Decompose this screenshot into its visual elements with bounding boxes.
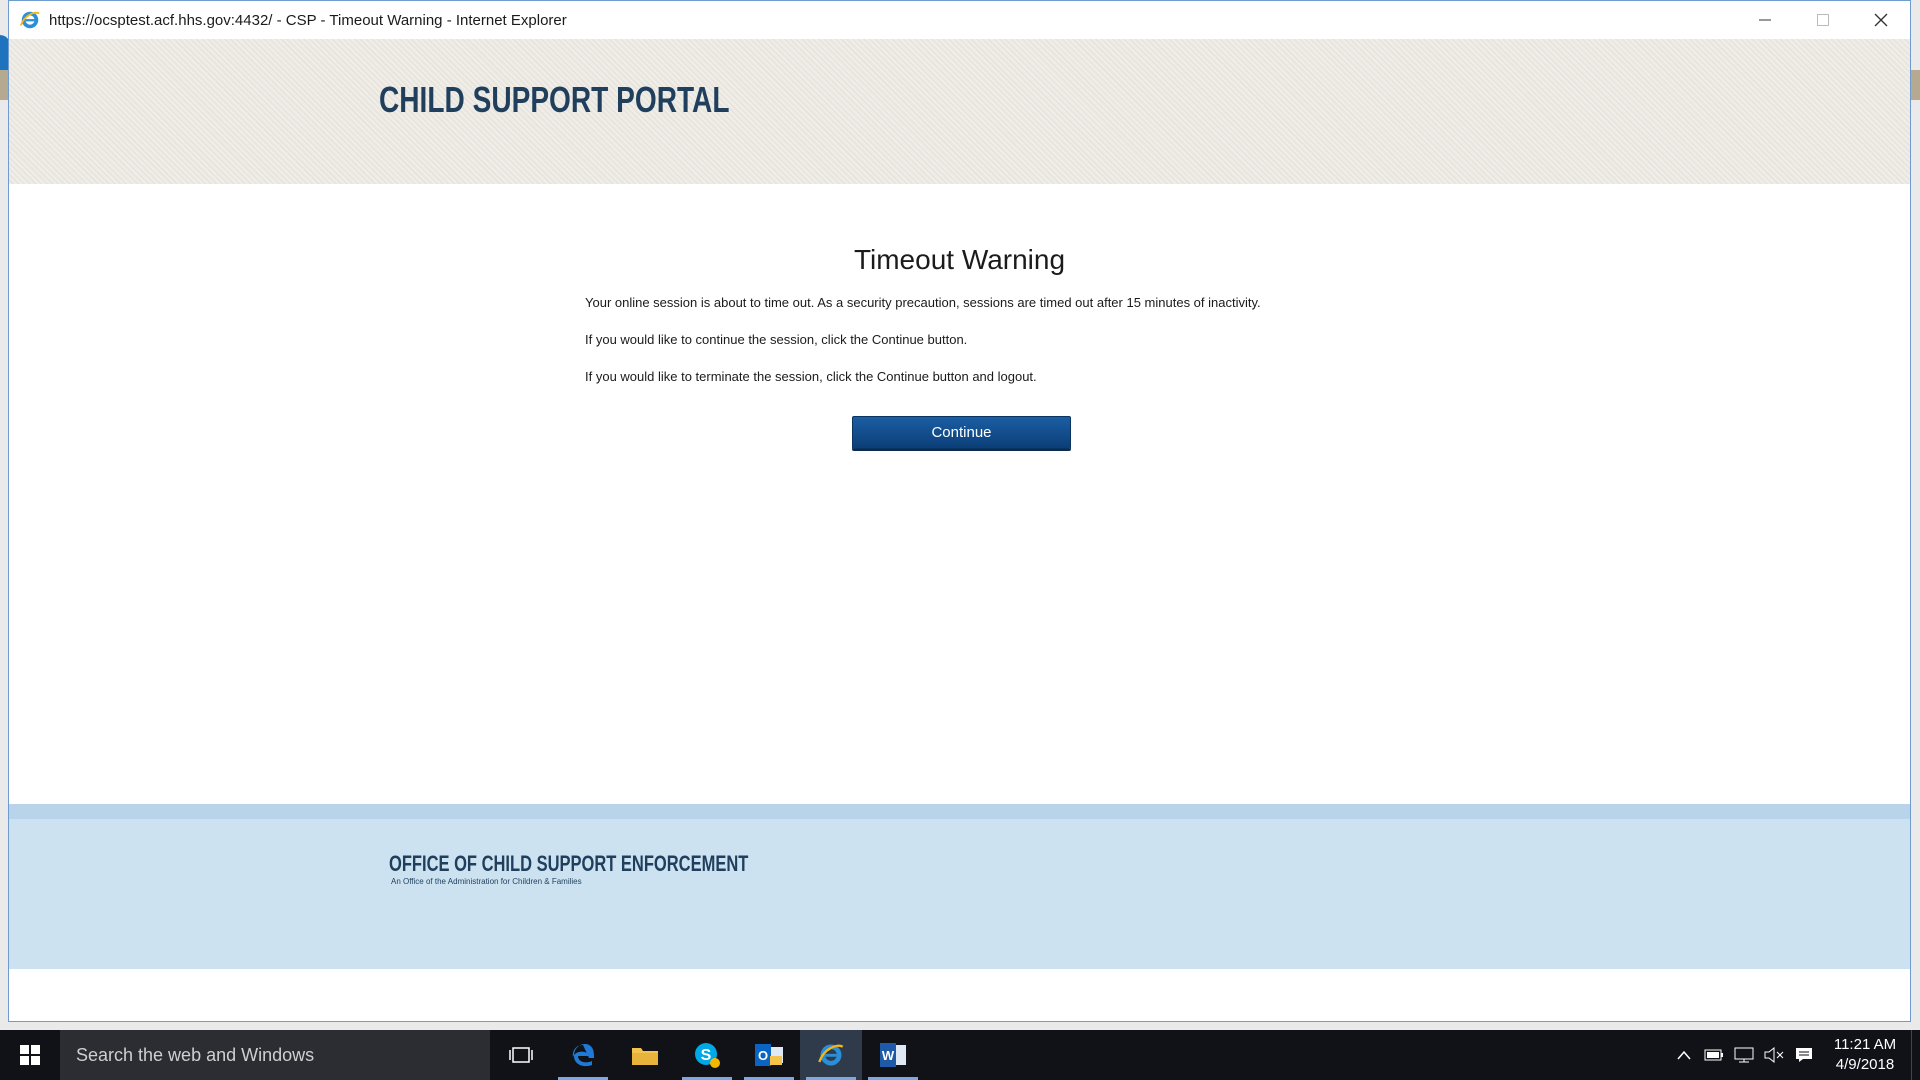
- clock[interactable]: 11:21 AM 4/9/2018: [1825, 1035, 1905, 1075]
- close-icon: [1874, 13, 1888, 27]
- ocse-logo-title[interactable]: OFFICE OF CHILD SUPPORT ENFORCEMENT: [389, 851, 748, 877]
- network-button[interactable]: [1729, 1030, 1759, 1080]
- browser-window: https://ocsptest.acf.hhs.gov:4432/ - CSP…: [8, 0, 1911, 1022]
- terminate-instruction: If you would like to terminate the sessi…: [585, 369, 1037, 384]
- svg-text:S: S: [701, 1047, 712, 1064]
- show-desktop-button[interactable]: [1911, 1030, 1920, 1080]
- portal-header: CHILD SUPPORT PORTAL: [9, 39, 1910, 184]
- start-button[interactable]: [0, 1030, 60, 1080]
- outlook-button[interactable]: O: [738, 1030, 800, 1080]
- word-button[interactable]: W: [862, 1030, 924, 1080]
- clock-date: 4/9/2018: [1835, 1056, 1895, 1073]
- continue-button[interactable]: Continue: [852, 416, 1071, 449]
- svg-text:O: O: [758, 1048, 768, 1063]
- edge-button[interactable]: [552, 1030, 614, 1080]
- page-bottom: [9, 969, 1910, 1021]
- action-center-button[interactable]: [1789, 1030, 1819, 1080]
- system-tray: 11:21 AM 4/9/2018: [1669, 1030, 1920, 1080]
- maximize-button[interactable]: [1794, 1, 1852, 39]
- minimize-button[interactable]: [1736, 1, 1794, 39]
- timeout-warning-content: Timeout Warning Your online session is a…: [9, 184, 1910, 804]
- chevron-up-icon: [1677, 1050, 1691, 1060]
- portal-title[interactable]: CHILD SUPPORT PORTAL: [379, 79, 729, 121]
- page-title: Timeout Warning: [853, 244, 1066, 275]
- background-window-edge: [1910, 70, 1920, 100]
- clock-time: 11:21 AM: [1833, 1036, 1897, 1053]
- battery-icon: [1704, 1049, 1723, 1061]
- notification-icon: [1796, 1048, 1812, 1062]
- footer: OFFICE OF CHILD SUPPORT ENFORCEMENT An O…: [9, 819, 1910, 969]
- folder-icon: [632, 1048, 658, 1065]
- svg-text:W: W: [882, 1048, 895, 1063]
- volume-button[interactable]: [1759, 1030, 1789, 1080]
- title-bar[interactable]: https://ocsptest.acf.hhs.gov:4432/ - CSP…: [9, 1, 1910, 40]
- maximize-icon: [1817, 14, 1829, 26]
- ocse-logo-subtitle: An Office of the Administration for Chil…: [391, 877, 582, 886]
- windows-logo-icon: [20, 1045, 40, 1065]
- internet-explorer-icon: [818, 1044, 844, 1066]
- taskbar-search[interactable]: [60, 1030, 490, 1080]
- network-icon: [1734, 1047, 1754, 1063]
- minimize-icon: [1759, 19, 1771, 21]
- edge-icon: [572, 1044, 594, 1067]
- search-input[interactable]: [74, 1043, 490, 1067]
- close-button[interactable]: [1852, 1, 1910, 39]
- file-explorer-button[interactable]: [614, 1030, 676, 1080]
- taskbar: S O W 11:21 AM 4/9/2018: [0, 1030, 1920, 1080]
- skype-icon: S: [695, 1043, 720, 1068]
- warning-message: Your online session is about to time out…: [585, 295, 1261, 310]
- continue-instruction: If you would like to continue the sessio…: [585, 332, 968, 347]
- show-hidden-icons-button[interactable]: [1669, 1030, 1699, 1080]
- battery-button[interactable]: [1699, 1030, 1729, 1080]
- word-icon: W: [880, 1043, 906, 1067]
- task-view-button[interactable]: [490, 1030, 552, 1080]
- outlook-icon: O: [755, 1044, 783, 1066]
- internet-explorer-button[interactable]: [800, 1030, 862, 1080]
- window-title: https://ocsptest.acf.hhs.gov:4432/ - CSP…: [49, 11, 567, 29]
- volume-muted-icon: [1764, 1047, 1784, 1063]
- task-view-icon: [509, 1047, 533, 1063]
- footer-divider: [9, 804, 1910, 819]
- skype-button[interactable]: S: [676, 1030, 738, 1080]
- internet-explorer-icon: [19, 11, 40, 29]
